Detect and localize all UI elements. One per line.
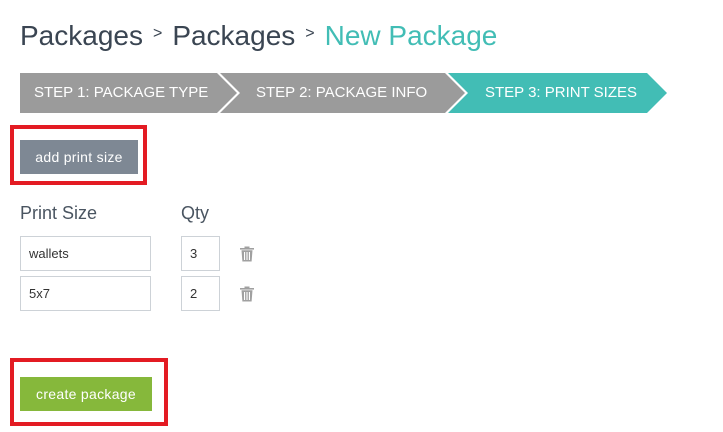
breadcrumb-separator: >	[305, 25, 315, 42]
add-print-size-button[interactable]: add print size	[20, 140, 138, 174]
breadcrumb-item-packages[interactable]: Packages	[20, 20, 143, 52]
qty-input[interactable]	[181, 276, 220, 311]
breadcrumb-separator: >	[152, 25, 163, 42]
step-3-label[interactable]: STEP 3: PRINT SIZES	[485, 73, 637, 113]
step-progress-bar: STEP 1: PACKAGE TYPE STEP 2: PACKAGE INF…	[20, 73, 670, 113]
step-2-label[interactable]: STEP 2: PACKAGE INFO	[256, 73, 427, 113]
trash-icon[interactable]	[239, 246, 255, 262]
qty-input[interactable]	[181, 236, 220, 271]
trash-icon[interactable]	[239, 286, 255, 302]
breadcrumb-item-packages-2[interactable]: Packages	[172, 20, 295, 52]
print-size-input[interactable]	[20, 236, 151, 271]
step-1-label[interactable]: STEP 1: PACKAGE TYPE	[34, 73, 208, 113]
breadcrumb: Packages > Packages > New Package	[20, 16, 497, 56]
print-size-input[interactable]	[20, 276, 151, 311]
create-package-button[interactable]: create package	[20, 377, 152, 411]
qty-column-header: Qty	[181, 203, 210, 223]
print-size-column-header: Print Size	[20, 203, 98, 223]
breadcrumb-current-page: New Package	[324, 20, 498, 51]
